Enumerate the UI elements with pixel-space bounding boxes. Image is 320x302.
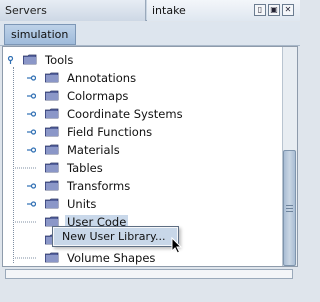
tree-node-label: Tables [67, 161, 103, 175]
tree-node-label: Colormaps [67, 89, 129, 103]
tree-node-units[interactable]: Units [3, 195, 283, 213]
folder-icon [44, 126, 59, 137]
expand-icon[interactable] [27, 74, 36, 82]
tree-node-colormaps[interactable]: Colormaps [3, 87, 283, 105]
folder-icon [44, 108, 59, 119]
expand-icon[interactable] [27, 92, 36, 100]
tree-node-label: Transforms [67, 179, 131, 193]
tree-node-label: Materials [67, 143, 120, 157]
expand-icon[interactable] [27, 146, 36, 154]
tree-node-tools[interactable]: Tools [3, 51, 283, 69]
expand-icon[interactable] [27, 110, 36, 118]
folder-icon [44, 144, 59, 155]
tree-connector [15, 254, 37, 262]
tree-node-tables[interactable]: Tables [3, 159, 283, 177]
tree-node-coordinate-systems[interactable]: Coordinate Systems [3, 105, 283, 123]
tree-node-label: Coordinate Systems [67, 107, 183, 121]
tree-node-materials[interactable]: Materials [3, 141, 283, 159]
tab-servers[interactable]: Servers [0, 0, 146, 21]
horizontal-scrollbar[interactable] [5, 269, 293, 279]
tree-node-label: Annotations [67, 71, 137, 85]
folder-icon [44, 252, 59, 263]
tree-node-volume-shapes[interactable]: Volume Shapes [3, 249, 283, 267]
tree-node-label: Units [67, 197, 97, 211]
tree-node-transforms[interactable]: Transforms [3, 177, 283, 195]
folder-icon [44, 162, 59, 173]
scrollbar-grip [286, 205, 293, 206]
folder-icon [44, 180, 59, 191]
tree-node-field-functions[interactable]: Field Functions [3, 123, 283, 141]
mouse-cursor-icon [171, 236, 183, 255]
tree-node-label: Tools [45, 53, 74, 67]
close-icon[interactable]: ✕ [282, 4, 294, 16]
tree-node-label: Volume Shapes [67, 251, 156, 265]
tree-node-label: Field Functions [67, 125, 153, 139]
tree-connector [15, 218, 37, 226]
tree-connector [15, 164, 37, 172]
menu-item-new-user-library[interactable]: New User Library... [54, 228, 177, 245]
tab-simulation[interactable]: simulation [4, 24, 76, 45]
restore-icon[interactable]: ▯ [254, 4, 266, 16]
folder-icon [44, 72, 59, 83]
folder-icon [22, 54, 37, 65]
expand-icon[interactable] [27, 128, 36, 136]
collapse-icon[interactable] [6, 56, 15, 64]
maximize-icon[interactable]: ▣ [268, 4, 280, 16]
folder-icon [44, 198, 59, 209]
tree-node-annotations[interactable]: Annotations [3, 69, 283, 87]
scrollbar-grip [286, 211, 293, 212]
folder-icon [44, 90, 59, 101]
expand-icon[interactable] [27, 200, 36, 208]
expand-icon[interactable] [27, 182, 36, 190]
scrollbar-grip [286, 208, 293, 209]
